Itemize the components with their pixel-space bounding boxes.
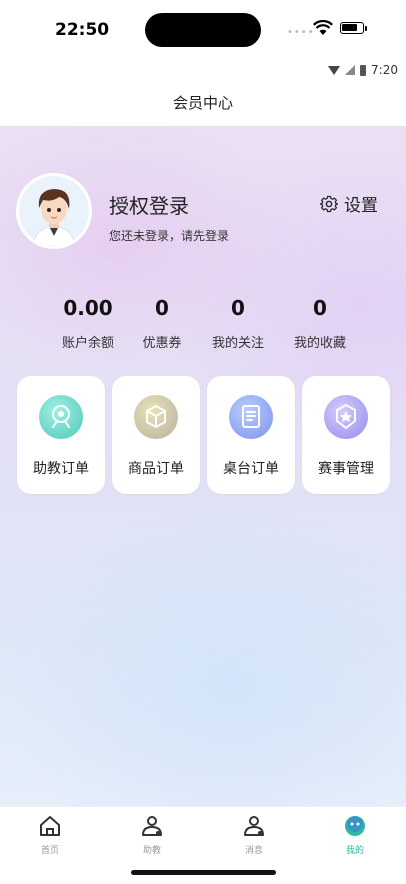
stat-value: 0.00: [63, 296, 113, 320]
stat-favorites[interactable]: 0 我的收藏: [280, 296, 360, 351]
tab-label: 首页: [40, 846, 59, 856]
assistant-order-icon: [39, 395, 83, 439]
wifi-small-icon: [328, 65, 341, 75]
settings-label: 设置: [344, 196, 378, 216]
stat-label: 账户余额: [61, 336, 114, 351]
battery-tip: [365, 26, 367, 31]
no-signal-icon: [345, 65, 356, 75]
stat-value: 0: [231, 296, 245, 320]
nav-bar: 会员中心: [0, 84, 406, 126]
settings-button[interactable]: 设置: [320, 191, 378, 216]
login-title[interactable]: 授权登录: [109, 190, 189, 219]
card-label: 赛事管理: [318, 461, 374, 477]
stat-label: 我的关注: [211, 336, 264, 351]
stat-coupons[interactable]: 0 优惠券: [122, 296, 202, 351]
card-goods-order[interactable]: 商品订单: [112, 376, 200, 494]
tab-label: 助教: [142, 846, 161, 856]
table-order-icon: [229, 395, 273, 439]
page-title: 会员中心: [172, 94, 233, 112]
home-indicator: [131, 870, 276, 875]
gear-icon: [320, 195, 338, 212]
battery-small-icon: [360, 64, 367, 76]
tab-profile[interactable]: 我的: [325, 813, 385, 856]
status-bar: 22:50 ••••: [0, 0, 406, 56]
avatar[interactable]: [19, 176, 89, 246]
wifi-icon: [313, 20, 333, 35]
tab-assistant[interactable]: 助教: [122, 813, 182, 856]
tab-label: 我的: [345, 846, 364, 856]
stat-value: 0: [155, 296, 169, 320]
stat-value: 0: [313, 296, 327, 320]
stat-balance[interactable]: 0.00 账户余额: [48, 296, 128, 351]
stat-label: 我的收藏: [293, 336, 346, 351]
status-time: 22:50: [55, 20, 110, 40]
stat-following[interactable]: 0 我的关注: [198, 296, 278, 351]
dynamic-island: [145, 13, 261, 47]
card-assistant-order[interactable]: 助教订单: [17, 376, 105, 494]
card-label: 助教订单: [33, 461, 89, 477]
avatar-illustration: [19, 176, 89, 246]
stat-label: 优惠券: [142, 336, 182, 351]
secondary-time: 7:20: [371, 63, 398, 77]
message-icon: [244, 816, 264, 836]
card-table-order[interactable]: 桌台订单: [207, 376, 295, 494]
battery-icon: [340, 22, 364, 34]
card-label: 商品订单: [128, 461, 184, 477]
tab-message[interactable]: 消息: [224, 813, 284, 856]
match-manage-icon: [324, 395, 368, 439]
tab-label: 消息: [244, 846, 263, 856]
tab-home[interactable]: 首页: [20, 813, 80, 856]
card-match-manage[interactable]: 赛事管理: [302, 376, 390, 494]
assistant-icon: [142, 816, 162, 836]
card-label: 桌台订单: [223, 461, 279, 477]
home-icon: [40, 816, 60, 836]
signal-dots-icon: ••••: [287, 27, 315, 38]
secondary-status-bar: 7:20: [0, 56, 406, 84]
goods-order-icon: [134, 395, 178, 439]
profile-icon: [345, 816, 365, 836]
login-subtitle: 您还未登录，请先登录: [109, 229, 230, 243]
